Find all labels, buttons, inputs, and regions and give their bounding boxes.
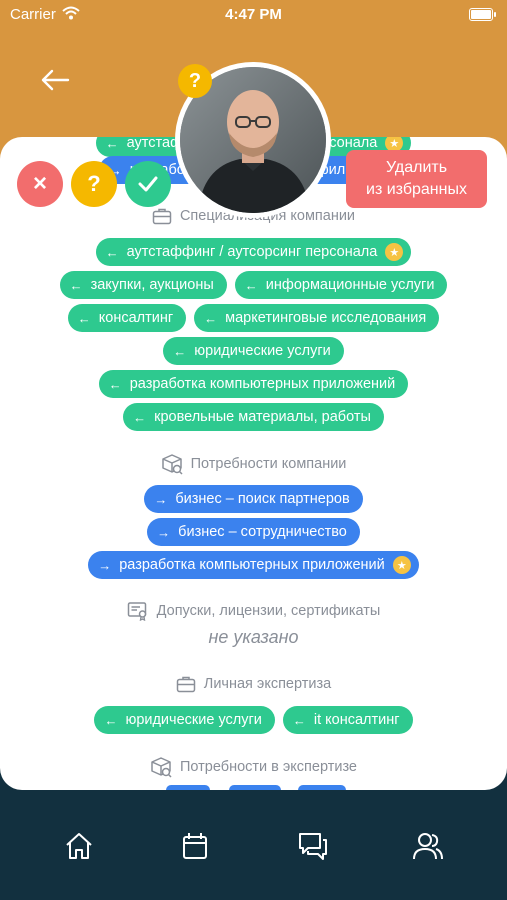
box-icon [161, 454, 183, 475]
back-button[interactable] [38, 66, 72, 94]
chip-row: ← закупки, аукционы ← информационные усл… [0, 271, 507, 299]
chip-row: → бизнес – поиск партнеров [0, 485, 507, 513]
tab-chat[interactable] [295, 828, 331, 864]
section-needs-title: Потребности компании [0, 453, 507, 475]
chip-need[interactable]: → бизнес – поиск партнеров [144, 485, 363, 513]
chip-row: ← юридические услуги [0, 337, 507, 365]
users-icon [413, 833, 443, 860]
licenses-empty-value: не указано [208, 627, 299, 647]
chip-specialization[interactable]: ← юридические услуги [163, 337, 344, 365]
tab-home[interactable] [61, 828, 97, 864]
box-icon [151, 757, 172, 778]
battery-icon [469, 8, 496, 21]
back-arrow-icon [41, 69, 70, 91]
section-licenses-title: Допуски, лицензии, сертификаты [0, 601, 507, 621]
chip-row: ← аутстаффинг / аутсорсинг персонала ★ [0, 238, 507, 266]
tab-contacts[interactable] [410, 828, 446, 864]
tab-bar [0, 790, 507, 900]
profile-card[interactable]: ← аутстаффинг / аутсорсинг персонала ★ →… [0, 137, 507, 790]
chip-specialization[interactable]: ← консалтинг [67, 304, 187, 332]
chip-expertise[interactable]: ← юридические услуги [94, 706, 275, 734]
confirm-button[interactable] [125, 161, 171, 207]
close-icon: × [32, 170, 47, 197]
chip-need[interactable]: → разработка компьютерных приложений ★ [88, 551, 419, 579]
chip-specialization[interactable]: ← кровельные материалы, работы [123, 403, 384, 431]
question-icon: ? [188, 69, 202, 92]
chip-row: ← консалтинг ← маркетинговые исследовани… [0, 304, 507, 332]
chat-icon [299, 833, 327, 860]
briefcase-icon [176, 676, 196, 693]
briefcase-icon [152, 208, 172, 225]
calendar-icon [183, 833, 207, 859]
help-badge[interactable]: ? [178, 64, 212, 98]
status-bar: Carrier 4:47 PM [0, 0, 507, 30]
chip-row: → бизнес – сотрудничество [0, 518, 507, 546]
check-icon [138, 176, 158, 192]
chip-specialization[interactable]: ← закупки, аукционы [59, 271, 227, 299]
chip-specialization[interactable]: ← маркетинговые исследования [194, 304, 440, 332]
chip-specialization[interactable]: ← разработка компьютерных приложений [98, 370, 409, 398]
question-button[interactable]: ? [71, 161, 117, 207]
tab-calendar[interactable] [177, 828, 213, 864]
chip-specialization[interactable]: ← аутстаффинг / аутсорсинг персонала ★ [95, 238, 412, 266]
reject-button[interactable]: × [17, 161, 63, 207]
question-icon: ? [87, 171, 101, 196]
star-icon: ★ [392, 556, 411, 574]
status-time: 4:47 PM [225, 6, 282, 23]
chip-row: ← юридические услуги ← it консалтинг [0, 706, 507, 734]
chip-row: ← кровельные материалы, работы [0, 403, 507, 431]
remove-favorite-button[interactable]: Удалить из избранных [346, 150, 487, 208]
section-expertise-title: Личная экспертиза [0, 675, 507, 693]
section-expertise-needs-title: Потребности в экспертизе [0, 756, 507, 778]
star-icon: ★ [385, 243, 404, 261]
chip-row: ← разработка компьютерных приложений [0, 370, 507, 398]
chip-specialization[interactable]: ← информационные услуги [234, 271, 448, 299]
chip-expertise[interactable]: ← it консалтинг [282, 706, 413, 734]
home-icon [66, 833, 92, 859]
certificate-icon [127, 602, 146, 621]
chip-row: → разработка компьютерных приложений ★ [0, 551, 507, 579]
chip-need[interactable]: → бизнес – сотрудничество [147, 518, 360, 546]
